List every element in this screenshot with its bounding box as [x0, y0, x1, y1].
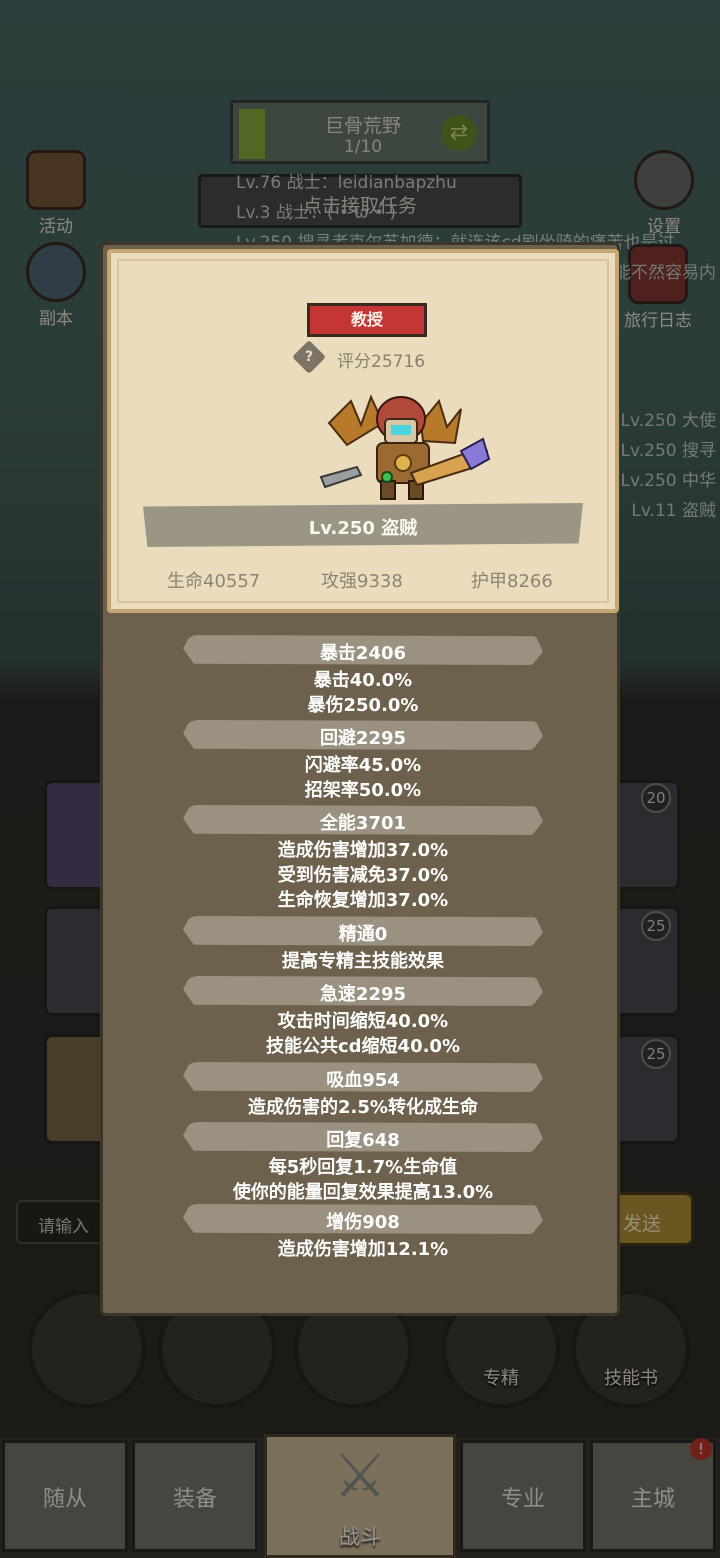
stat-header-label: 全能3701: [319, 813, 407, 834]
character-name-bar: Lv.250 盗贼: [143, 503, 583, 547]
attack-stat: 攻强9338: [321, 571, 403, 592]
hp-stat: 生命40557: [167, 571, 261, 592]
stat-header-label: 吸血954: [326, 1070, 400, 1091]
stat-header-avoidance: 回避2295: [183, 720, 543, 750]
stat-line: 受到伤害减免37.0%: [277, 865, 449, 886]
stat-line: 造成伤害的2.5%转化成生命: [248, 1097, 478, 1118]
stat-line: 招架率50.0%: [304, 780, 422, 801]
stat-header-mastery: 精通0: [183, 916, 543, 946]
stat-line: 造成伤害增加12.1%: [277, 1239, 449, 1260]
stat-header-label: 回避2295: [319, 728, 407, 749]
stat-line: 生命恢复增加37.0%: [277, 890, 449, 911]
stat-header-damage-bonus: 增伤908: [183, 1204, 543, 1234]
stat-header-label: 回复648: [326, 1130, 400, 1151]
score-row: ? 评分25716: [292, 340, 447, 374]
stat-header-haste: 急速2295: [183, 976, 543, 1006]
title-badge: 教授: [307, 303, 427, 337]
stat-line: 提高专精主技能效果: [282, 951, 444, 972]
stat-header-label: 精通0: [338, 924, 388, 945]
character-name: Lv.250 盗贼: [308, 518, 418, 539]
stat-line: 使你的能量回复效果提高13.0%: [232, 1182, 494, 1203]
armor-stat: 护甲8266: [471, 571, 553, 592]
character-card: 教授 ? 评分25716 Lv.250 盗贼 生命40557 攻强9338 护甲…: [107, 249, 619, 613]
character-stats-dialog: 教授 ? 评分25716 Lv.250 盗贼 生命40557 攻强9338 护甲…: [100, 242, 620, 1316]
stat-line: 攻击时间缩短40.0%: [277, 1011, 449, 1032]
stat-line: 每5秒回复1.7%生命值: [268, 1157, 458, 1178]
help-icon[interactable]: ?: [292, 340, 326, 374]
stat-header-label: 暴击2406: [319, 643, 407, 664]
stat-header-regen: 回复648: [183, 1122, 543, 1152]
stat-line: 暴伤250.0%: [307, 695, 419, 716]
stat-header-lifesteal: 吸血954: [183, 1062, 543, 1092]
stat-header-versatility: 全能3701: [183, 805, 543, 835]
stat-header-label: 增伤908: [326, 1212, 400, 1233]
stat-line: 造成伤害增加37.0%: [277, 840, 449, 861]
score-value: 评分25716: [337, 352, 426, 372]
stat-line: 技能公共cd缩短40.0%: [265, 1036, 460, 1057]
stat-header-label: 急速2295: [319, 984, 407, 1005]
stat-line: 暴击40.0%: [313, 670, 413, 691]
character-portrait: [319, 394, 491, 500]
stat-header-crit: 暴击2406: [183, 635, 543, 665]
stat-line: 闪避率45.0%: [304, 755, 422, 776]
